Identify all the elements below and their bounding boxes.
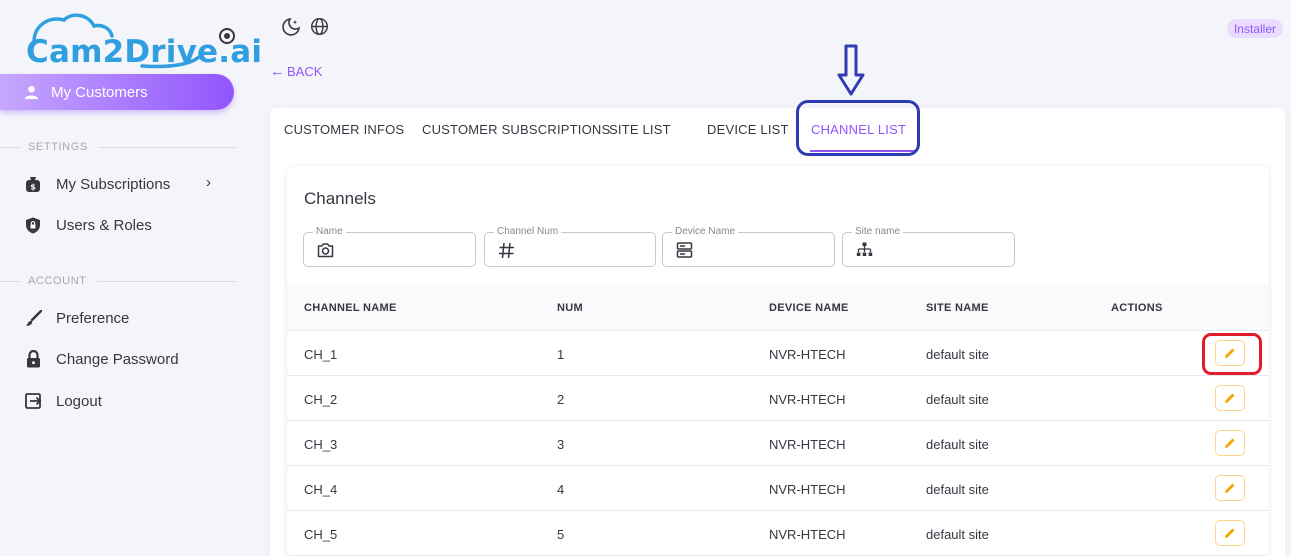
column-header-num[interactable]: NUM bbox=[557, 302, 583, 314]
table-row: CH_3 3 NVR-HTECH default site bbox=[287, 421, 1269, 466]
name-filter-input[interactable]: Name bbox=[303, 226, 476, 267]
sidebar: Cam2Drive.ai My Customers SETTINGS $ My … bbox=[0, 0, 262, 556]
num-cell: 5 bbox=[557, 527, 565, 542]
pencil-icon bbox=[1225, 393, 1235, 403]
site-name-cell: default site bbox=[926, 527, 989, 542]
sidebar-item-logout[interactable]: Logout bbox=[24, 387, 234, 415]
role-badge: Installer bbox=[1226, 19, 1283, 38]
pencil-icon bbox=[1225, 528, 1235, 538]
hash-icon bbox=[498, 242, 515, 264]
logout-icon bbox=[24, 393, 42, 409]
filter-label: Channel Num bbox=[494, 226, 562, 237]
edit-button[interactable] bbox=[1215, 520, 1245, 546]
channel-name-cell: CH_1 bbox=[304, 347, 338, 362]
sidebar-item-my-customers[interactable]: My Customers bbox=[0, 74, 234, 110]
edit-button[interactable] bbox=[1215, 475, 1245, 501]
tab-site-list[interactable]: SITE LIST bbox=[609, 122, 671, 137]
sidebar-item-users-roles[interactable]: Users & Roles bbox=[24, 211, 234, 239]
tab-customer-infos[interactable]: CUSTOMER INFOS bbox=[284, 122, 404, 137]
filter-label: Site name bbox=[852, 226, 904, 237]
camera-icon bbox=[317, 242, 334, 263]
channel-name-cell: CH_2 bbox=[304, 392, 338, 407]
num-cell: 2 bbox=[557, 392, 565, 407]
channel-name-cell: CH_5 bbox=[304, 527, 338, 542]
num-cell: 3 bbox=[557, 437, 565, 452]
lock-icon bbox=[24, 350, 42, 368]
column-header-site-name[interactable]: SITE NAME bbox=[926, 302, 989, 314]
device-name-cell: NVR-HTECH bbox=[769, 437, 846, 452]
num-cell: 4 bbox=[557, 482, 565, 497]
tab-customer-subscriptions[interactable]: CUSTOMER SUBSCRIPTIONS bbox=[422, 122, 610, 137]
table-header: CHANNEL NAME NUM DEVICE NAME SITE NAME A… bbox=[287, 284, 1269, 331]
sitemap-icon bbox=[856, 242, 873, 263]
device-name-cell: NVR-HTECH bbox=[769, 347, 846, 362]
table-row: CH_4 4 NVR-HTECH default site bbox=[287, 466, 1269, 511]
theme-toggle-icon[interactable] bbox=[281, 17, 301, 42]
globe-icon[interactable] bbox=[310, 17, 329, 41]
filter-label: Device Name bbox=[672, 226, 739, 237]
sidebar-item-preference[interactable]: Preference bbox=[24, 304, 234, 332]
device-name-cell: NVR-HTECH bbox=[769, 527, 846, 542]
channels-panel: Channels Name Channel Num Device Name Si… bbox=[287, 166, 1269, 556]
filter-label: Name bbox=[313, 226, 346, 237]
server-icon bbox=[676, 242, 693, 263]
section-label-account: ACCOUNT bbox=[0, 275, 236, 287]
money-bag-icon: $ bbox=[24, 176, 42, 193]
tab-bar: CUSTOMER INFOS CUSTOMER SUBSCRIPTIONS SI… bbox=[270, 108, 1285, 152]
sidebar-collapse-toggle[interactable] bbox=[219, 28, 235, 44]
sidebar-item-my-subscriptions[interactable]: $ My Subscriptions › bbox=[24, 170, 234, 198]
column-header-device-name[interactable]: DEVICE NAME bbox=[769, 302, 849, 314]
sidebar-item-label: Change Password bbox=[56, 350, 179, 368]
arrow-left-icon: ← bbox=[270, 63, 285, 80]
site-name-cell: default site bbox=[926, 482, 989, 497]
brush-icon bbox=[24, 309, 42, 327]
edit-button[interactable] bbox=[1215, 385, 1245, 411]
sidebar-item-label: Users & Roles bbox=[56, 216, 152, 234]
site-name-cell: default site bbox=[926, 392, 989, 407]
annotation-highlight-edit-button bbox=[1202, 333, 1262, 375]
channel-num-filter-input[interactable]: Channel Num bbox=[484, 226, 656, 267]
person-icon bbox=[24, 85, 39, 100]
chevron-right-icon: › bbox=[206, 174, 211, 191]
sidebar-item-label: Preference bbox=[56, 309, 130, 327]
edit-button[interactable] bbox=[1215, 430, 1245, 456]
logo[interactable]: Cam2Drive.ai bbox=[22, 12, 262, 72]
customer-detail-card: CUSTOMER INFOS CUSTOMER SUBSCRIPTIONS SI… bbox=[270, 108, 1285, 556]
sidebar-item-label: My Subscriptions bbox=[56, 175, 171, 193]
back-button[interactable]: ← BACK bbox=[270, 63, 322, 80]
pencil-icon bbox=[1225, 438, 1235, 448]
table-row: CH_1 1 NVR-HTECH default site bbox=[287, 331, 1269, 376]
sidebar-item-label: Logout bbox=[56, 392, 102, 410]
site-name-cell: default site bbox=[926, 347, 989, 362]
column-header-channel-name[interactable]: CHANNEL NAME bbox=[304, 302, 397, 314]
column-header-actions: ACTIONS bbox=[1111, 302, 1163, 314]
section-label-settings: SETTINGS bbox=[0, 141, 236, 153]
pencil-icon bbox=[1225, 483, 1235, 493]
device-name-filter-input[interactable]: Device Name bbox=[662, 226, 835, 267]
num-cell: 1 bbox=[557, 347, 565, 362]
channel-name-cell: CH_3 bbox=[304, 437, 338, 452]
site-name-filter-input[interactable]: Site name bbox=[842, 226, 1015, 267]
channel-name-cell: CH_4 bbox=[304, 482, 338, 497]
sidebar-item-change-password[interactable]: Change Password bbox=[24, 345, 234, 373]
back-label: BACK bbox=[287, 64, 323, 79]
svg-text:$: $ bbox=[30, 182, 36, 191]
table-row: CH_2 2 NVR-HTECH default site bbox=[287, 376, 1269, 421]
annotation-arrow-blue-icon bbox=[837, 44, 865, 96]
device-name-cell: NVR-HTECH bbox=[769, 482, 846, 497]
annotation-highlight-channel-tab bbox=[796, 100, 920, 156]
sidebar-item-label: My Customers bbox=[51, 83, 148, 101]
site-name-cell: default site bbox=[926, 437, 989, 452]
tab-device-list[interactable]: DEVICE LIST bbox=[707, 122, 789, 137]
table-row: CH_5 5 NVR-HTECH default site bbox=[287, 511, 1269, 556]
panel-title: Channels bbox=[304, 189, 376, 208]
device-name-cell: NVR-HTECH bbox=[769, 392, 846, 407]
shield-lock-icon bbox=[24, 217, 42, 234]
